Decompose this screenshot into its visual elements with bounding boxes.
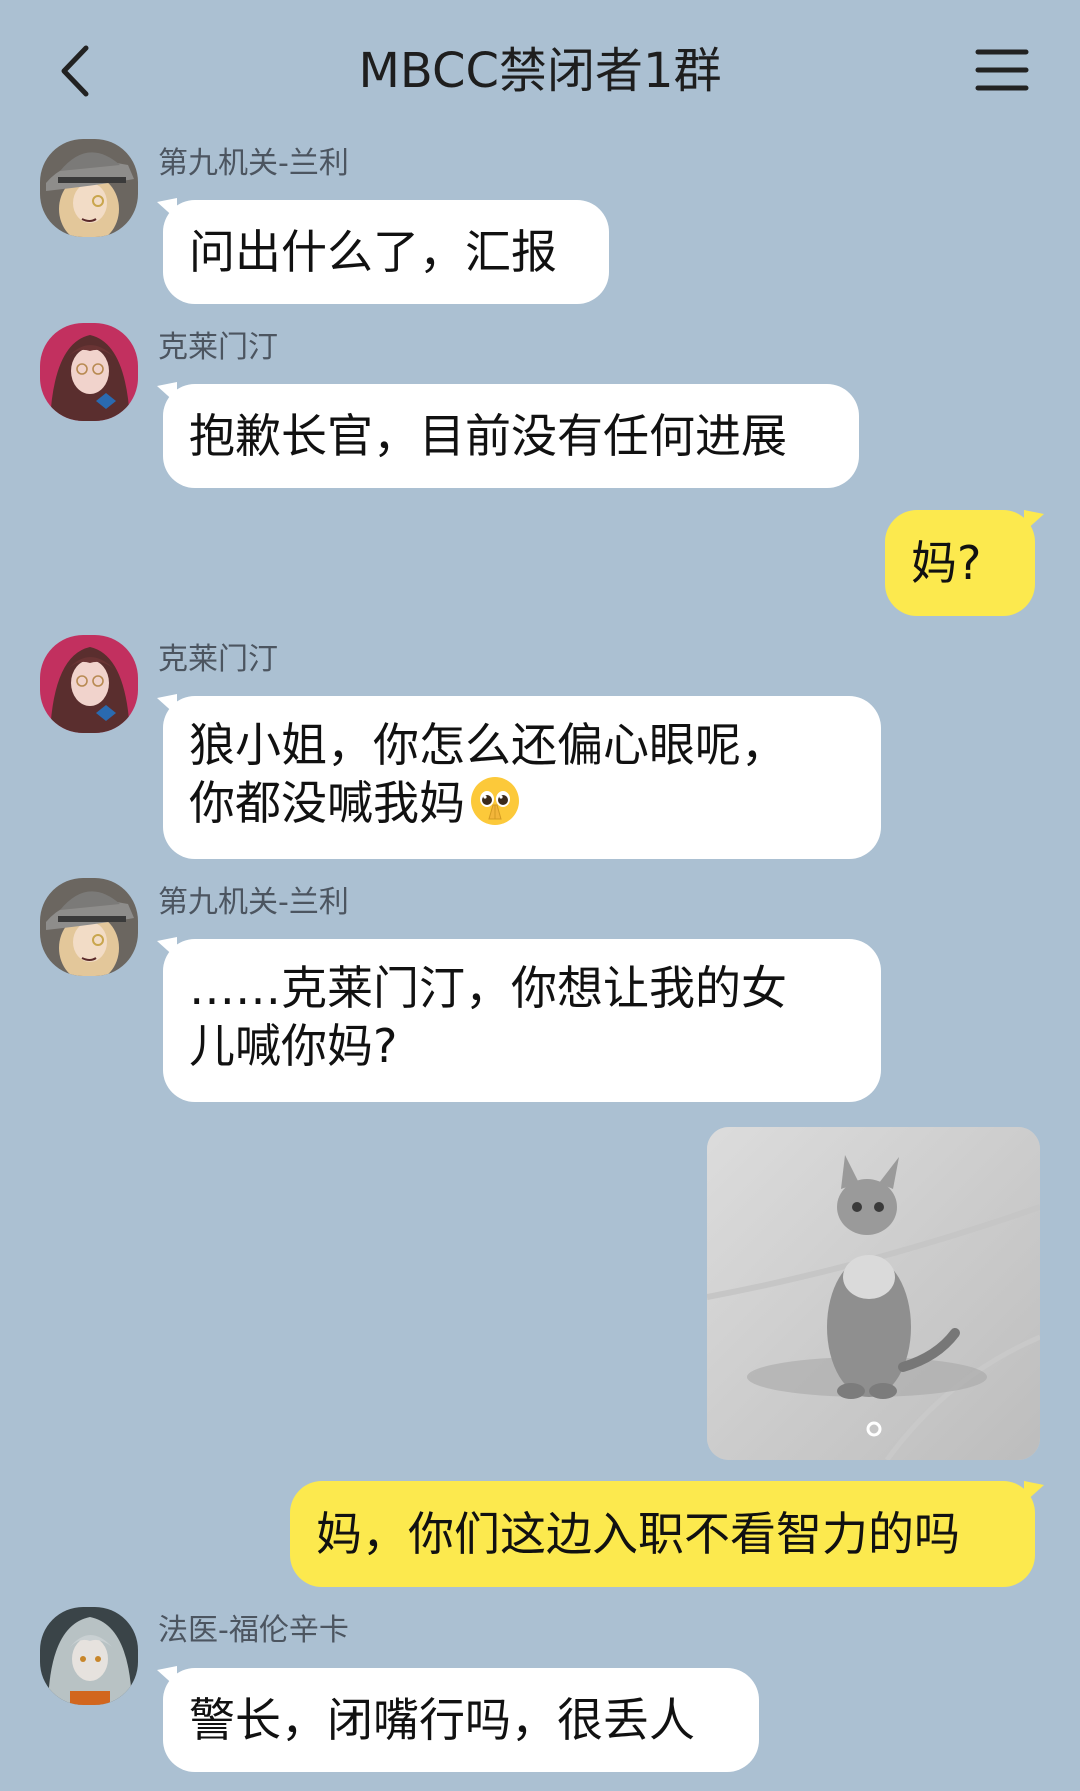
bubble-tail [1024, 1481, 1044, 1503]
avatar-langley[interactable] [40, 139, 138, 237]
sender-name: 法医-福伦辛卡 [158, 1613, 349, 1648]
message-bubble-outgoing[interactable]: 妈? [885, 510, 1035, 616]
message-text-line-container: 你都没喊我妈 [189, 774, 855, 832]
chat-title: MBCC禁闭者1群 [358, 43, 722, 99]
sender-name: 第九机关-兰利 [158, 146, 349, 181]
menu-icon [975, 49, 1029, 91]
message-text: 妈，你们这边入职不看智力的吗 [316, 1507, 960, 1561]
avatar-forensic[interactable] [40, 1607, 138, 1705]
message-bubble[interactable]: 狼小姐，你怎么还偏心眼呢， 你都没喊我妈 [163, 696, 881, 859]
chat-screen: MBCC禁闭者1群 第九机关-兰利 问出什么了，汇报 克莱门汀 抱歉长官，目前没… [0, 0, 1080, 1791]
pleading-face-icon [471, 777, 519, 825]
message-text-line: 狼小姐，你怎么还偏心眼呢， [189, 718, 787, 772]
back-arrow-icon [61, 45, 89, 97]
message-text: 妈? [911, 536, 982, 590]
message-text-line: 儿喊你妈? [189, 1019, 398, 1073]
message-bubble[interactable]: ……克莱门汀，你想让我的女 儿喊你妈? [163, 939, 881, 1102]
message-text: 警长，闭嘴行吗，很丢人 [189, 1693, 695, 1747]
message-bubble-outgoing[interactable]: 妈，你们这边入职不看智力的吗 [290, 1481, 1035, 1587]
message-text-line: 你都没喊我妈 [189, 776, 465, 830]
message-bubble[interactable]: 警长，闭嘴行吗，很丢人 [163, 1668, 759, 1772]
sender-name: 克莱门汀 [158, 330, 278, 365]
message-bubble[interactable]: 抱歉长官，目前没有任何进展 [163, 384, 859, 488]
avatar-langley[interactable] [40, 878, 138, 976]
back-button[interactable] [48, 36, 108, 106]
message-text-line: ……克莱门汀，你想让我的女 [189, 961, 787, 1015]
message-text: 问出什么了，汇报 [189, 225, 557, 279]
sender-name: 第九机关-兰利 [158, 885, 349, 920]
chat-header: MBCC禁闭者1群 [0, 0, 1080, 140]
avatar-clementine[interactable] [40, 635, 138, 733]
kitten-photo [707, 1127, 1040, 1460]
bubble-tail [1024, 510, 1044, 532]
message-text: 抱歉长官，目前没有任何进展 [189, 409, 787, 463]
message-bubble[interactable]: 问出什么了，汇报 [163, 200, 609, 304]
avatar-clementine[interactable] [40, 323, 138, 421]
sender-name: 克莱门汀 [158, 642, 278, 677]
image-message-kitten[interactable] [707, 1127, 1040, 1460]
menu-button[interactable] [972, 40, 1032, 100]
